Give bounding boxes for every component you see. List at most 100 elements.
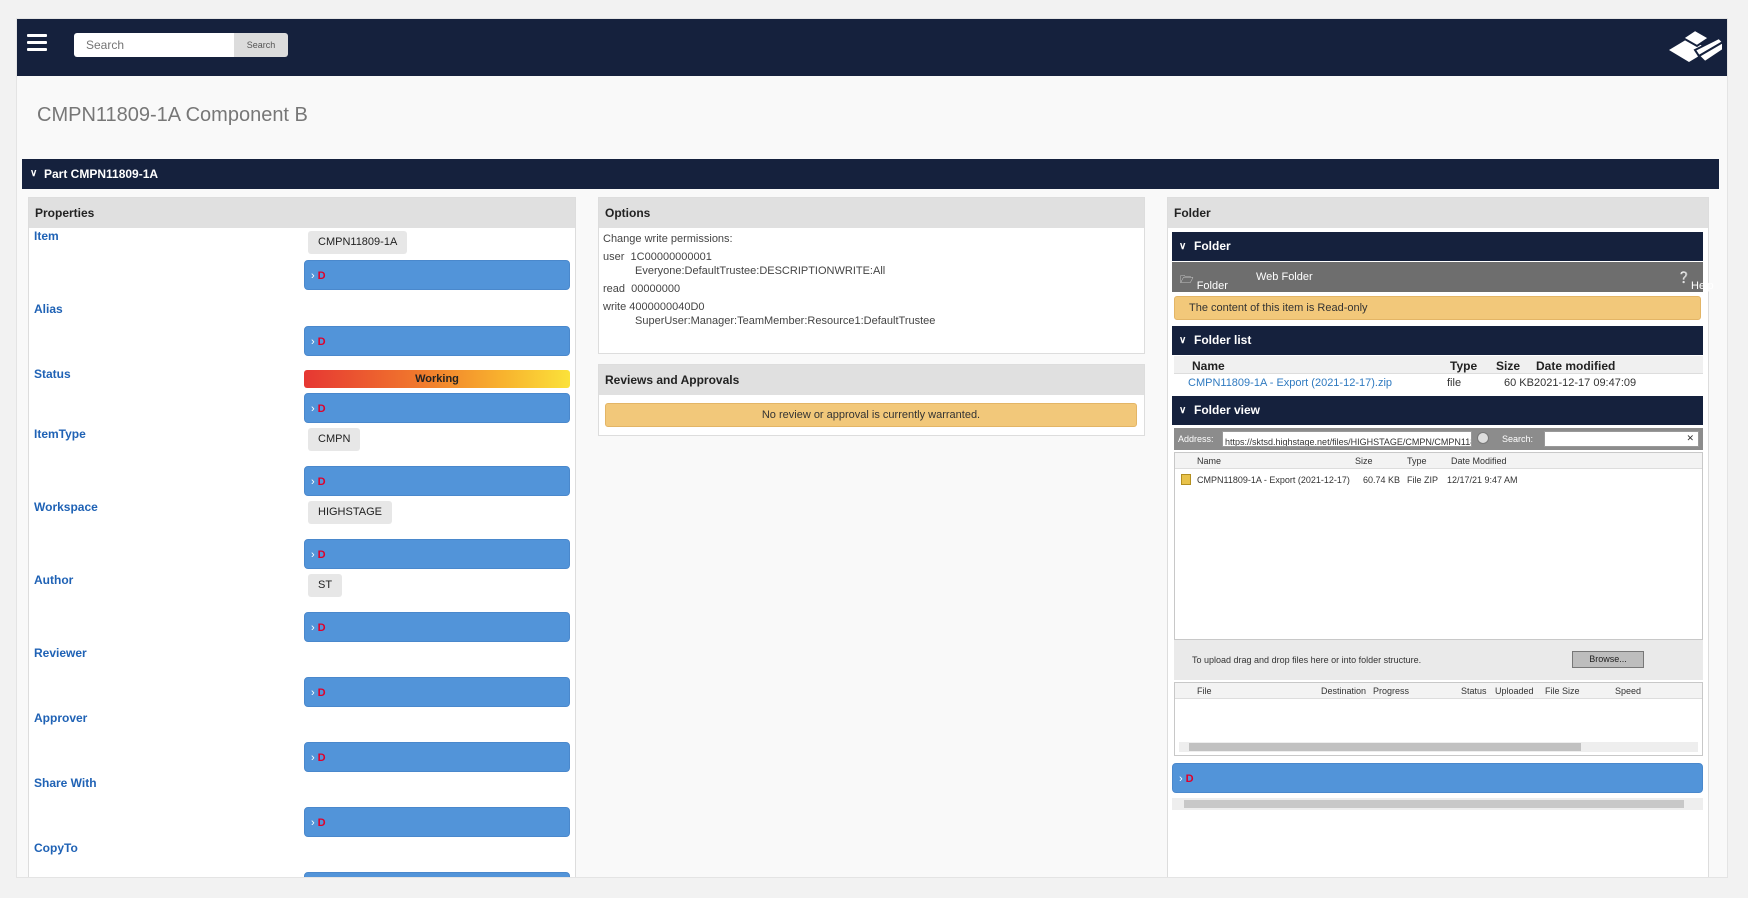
search-input[interactable] — [74, 33, 234, 57]
col-size[interactable]: Size — [1355, 456, 1373, 466]
folder-tab[interactable]: 🗁 Folder — [1180, 271, 1228, 292]
item-value-tag: CMPN11809-1A — [308, 231, 408, 254]
properties-panel: Properties Item CMPN11809-1A › D Alias › D… — [28, 197, 576, 877]
d-marker: D — [317, 687, 326, 699]
chevron-right-icon: › — [1179, 773, 1183, 785]
file-date: 12/17/21 9:47 AM — [1447, 475, 1518, 485]
col-name[interactable]: Name — [1197, 456, 1221, 466]
item-expand-bar[interactable]: › D — [304, 260, 570, 290]
author-expand-bar[interactable]: › D — [304, 612, 570, 642]
folder-view-files: Name Size Type Date Modified CMPN11809-1… — [1174, 452, 1703, 640]
status-gradient-bar: Working — [304, 370, 570, 388]
part-section-title: Part CMPN11809-1A — [44, 167, 159, 181]
properties-heading: Properties — [29, 198, 575, 228]
folder-subsection-header[interactable]: ∨ Folder — [1172, 232, 1703, 261]
property-label-copyto: CopyTo — [34, 841, 78, 855]
alias-expand-bar[interactable]: › D — [304, 326, 570, 356]
upload-queue: File Destination Progress Status Uploade… — [1174, 682, 1703, 756]
col-name[interactable]: Name — [1192, 359, 1225, 373]
folder-view-title: Folder view — [1194, 403, 1261, 417]
col-type[interactable]: Type — [1407, 456, 1427, 466]
table-row[interactable]: CMPN11809-1A - Export (2021-12-17).zip f… — [1174, 375, 1703, 393]
col-file: File — [1197, 686, 1212, 696]
col-date-modified[interactable]: Date Modified — [1451, 456, 1507, 466]
folder-expand-bar[interactable]: › D — [1172, 763, 1703, 793]
user-value: 1C00000000001 — [630, 251, 712, 263]
part-section-header[interactable]: ∨ Part CMPN11809-1A — [22, 159, 1719, 189]
property-label-itemtype: ItemType — [34, 427, 86, 441]
chevron-right-icon: › — [311, 549, 315, 561]
write-value: 4000000040D0 — [629, 301, 705, 313]
d-marker: D — [317, 622, 326, 634]
browse-button[interactable]: Browse... — [1572, 651, 1644, 668]
file-type: File ZIP — [1407, 475, 1439, 485]
change-write-label: Change write permissions: — [603, 233, 733, 245]
folder-panel: Folder ∨ Folder 🗁 Folder Web Folder ❔ Hel… — [1167, 197, 1714, 877]
workspace-value-tag: HIGHSTAGE — [308, 501, 392, 524]
user-detail: Everyone:DefaultTrustee:DESCRIPTIONWRITE… — [635, 265, 886, 277]
file-link[interactable]: CMPN11809-1A - Export (2021-12-17).zip — [1188, 377, 1392, 389]
chevron-right-icon: › — [311, 687, 315, 699]
d-marker: D — [317, 549, 326, 561]
approver-expand-bar[interactable]: › D — [304, 742, 570, 772]
scrollbar-thumb[interactable] — [1189, 743, 1581, 751]
folder-list-header[interactable]: ∨ Folder list — [1172, 326, 1703, 355]
chevron-right-icon: › — [311, 336, 315, 348]
d-marker: D — [317, 752, 326, 764]
upload-message: To upload drag and drop files here or in… — [1192, 655, 1422, 665]
top-navbar: Search — [17, 19, 1727, 76]
zip-file-icon — [1181, 474, 1191, 485]
d-marker: D — [317, 270, 326, 282]
upload-area[interactable]: To upload drag and drop files here or in… — [1174, 640, 1703, 680]
d-marker: D — [317, 336, 326, 348]
search-button[interactable]: Search — [234, 33, 288, 57]
property-label-status: Status — [34, 367, 71, 381]
read-key: read — [603, 283, 626, 295]
horizontal-scrollbar[interactable] — [1179, 742, 1698, 752]
property-label-item: Item — [34, 229, 59, 243]
share-with-expand-bar[interactable]: › D — [304, 807, 570, 837]
table-row[interactable]: CMPN11809-1A - Export (2021-12-17) 60.74… — [1175, 472, 1702, 488]
chevron-down-icon: ∨ — [30, 168, 38, 179]
workspace-expand-bar[interactable]: › D — [304, 539, 570, 569]
file-date: 2021-12-17 09:47:09 — [1534, 377, 1637, 389]
col-type[interactable]: Type — [1450, 359, 1477, 373]
upload-header-row: File Destination Progress Status Uploade… — [1175, 683, 1702, 699]
readonly-message: The content of this item is Read-only — [1174, 296, 1701, 320]
panel-horizontal-scrollbar[interactable] — [1172, 798, 1703, 810]
col-date-modified[interactable]: Date modified — [1536, 359, 1615, 373]
reviewer-expand-bar[interactable]: › D — [304, 677, 570, 707]
clear-icon[interactable]: ✕ — [1686, 433, 1694, 444]
address-input[interactable]: https://sktsd.highstage.net/files/HIGHST… — [1222, 431, 1472, 447]
folder-view-header[interactable]: ∨ Folder view — [1172, 396, 1703, 425]
scrollbar-thumb[interactable] — [1184, 800, 1684, 808]
menu-icon[interactable] — [27, 34, 47, 53]
copyto-expand-bar[interactable] — [304, 872, 570, 877]
brand-logo-icon — [1669, 28, 1725, 64]
address-label: Address: — [1178, 434, 1214, 444]
options-heading: Options — [599, 198, 1144, 228]
col-destination: Destination — [1321, 686, 1367, 696]
app-frame: Search CMPN11809-1A Component B ∨ Part C… — [16, 18, 1728, 878]
read-value: 00000000 — [631, 283, 681, 295]
d-marker: D — [1185, 773, 1194, 785]
folder-subsection-title: Folder — [1194, 239, 1231, 253]
chevron-right-icon: › — [311, 270, 315, 282]
col-size[interactable]: Size — [1496, 359, 1520, 373]
web-folder-tab[interactable]: Web Folder — [1256, 271, 1313, 283]
col-speed: Speed — [1615, 686, 1642, 696]
chevron-right-icon: › — [311, 817, 315, 829]
folder-list-header-row: Name Type Size Date modified — [1174, 356, 1703, 374]
refresh-icon[interactable] — [1477, 432, 1489, 444]
write-key: write — [603, 301, 627, 313]
status-expand-bar[interactable]: › D — [304, 393, 570, 423]
property-label-reviewer: Reviewer — [34, 646, 87, 660]
chevron-right-icon: › — [311, 476, 315, 488]
d-marker: D — [317, 403, 326, 415]
folder-search-input[interactable]: ✕ — [1544, 431, 1699, 447]
user-key: user — [603, 251, 625, 263]
help-button[interactable]: ❔ Help — [1677, 271, 1713, 292]
chevron-right-icon: › — [311, 622, 315, 634]
itemtype-expand-bar[interactable]: › D — [304, 466, 570, 496]
write-detail: SuperUser:Manager:TeamMember:Resource1:D… — [635, 315, 936, 327]
